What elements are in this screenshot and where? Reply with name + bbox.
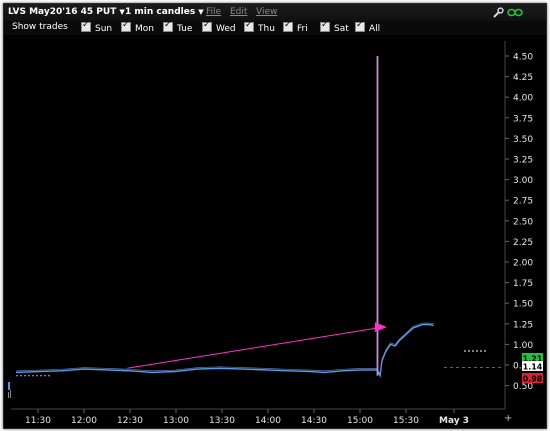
x-tick-label: May 3 — [439, 416, 469, 426]
checkbox-icon — [81, 20, 91, 32]
checkbox-icon — [202, 20, 212, 32]
y-tick-label: 4.50 — [513, 53, 533, 63]
x-tick-label: 13:30 — [209, 416, 235, 426]
x-tick-label: 13:00 — [163, 416, 189, 426]
day-label: All — [369, 24, 381, 34]
checkbox-icon — [244, 20, 254, 32]
checkbox-icon — [121, 20, 131, 32]
checkbox-icon — [355, 20, 365, 32]
chart-window: LVS May20'16 45 PUT ▼ 1 min candles ▼ File… — [3, 3, 547, 429]
menu-file[interactable]: File — [206, 7, 221, 17]
day-checkbox-sat[interactable]: Sat — [320, 20, 349, 34]
y-tick-label: 2.00 — [513, 259, 533, 269]
plus-icon[interactable]: + — [504, 413, 512, 424]
title-bar: LVS May20'16 45 PUT ▼ 1 min candles ▼ File… — [4, 4, 546, 21]
day-checkbox-sun[interactable]: Sun — [81, 20, 113, 34]
y-tick-label: 0.50 — [513, 382, 533, 392]
y-tick-label: 4.25 — [513, 73, 533, 83]
price-tags: 1.211.140.98 — [522, 353, 543, 384]
y-tick-label: 1.00 — [513, 341, 533, 351]
contract-label: LVS May20'16 45 PUT — [8, 7, 117, 17]
price-tag-label: 0.98 — [523, 375, 543, 384]
checkbox-icon — [163, 20, 173, 32]
x-tick-label: 15:30 — [393, 416, 419, 426]
day-label: Thu — [258, 24, 275, 34]
y-tick-label: 3.50 — [513, 135, 533, 145]
day-checkbox-all[interactable]: All — [355, 20, 381, 34]
y-tick-label: 2.50 — [513, 217, 533, 227]
price-chart-svg[interactable]: 4.50 4.25 4.00 3.75 3.50 3.25 3.00 2.75 2.50 2.25… — [4, 35, 546, 428]
day-label: Fri — [297, 24, 308, 34]
interval-label: 1 min candles — [125, 7, 196, 17]
x-tick-label: 15:00 — [347, 416, 373, 426]
y-tick-label: 1.75 — [513, 279, 533, 289]
x-tick-label: 12:30 — [117, 416, 143, 426]
x-tick-label: 12:00 — [71, 416, 97, 426]
day-checkbox-wed[interactable]: Wed — [202, 20, 236, 34]
y-tick-label: 4.00 — [513, 94, 533, 104]
x-tick-label: 14:30 — [301, 416, 327, 426]
day-label: Mon — [135, 24, 154, 34]
interval-selector[interactable]: 1 min candles ▼ — [125, 7, 204, 17]
y-tick-label: 1.50 — [513, 300, 533, 310]
checkbox-icon — [320, 20, 330, 32]
y-tick-label: 3.25 — [513, 156, 533, 166]
y-tick-label: 1.25 — [513, 320, 533, 330]
y-tick-label: 2.75 — [513, 197, 533, 207]
menu-edit[interactable]: Edit — [230, 7, 247, 17]
menu-view[interactable]: View — [256, 7, 277, 17]
show-trades-label: Show trades — [12, 22, 68, 32]
show-trades-toolbar: Show trades Sun Mon Tue Wed Thu Fri Sat … — [4, 20, 546, 35]
day-checkbox-mon[interactable]: Mon — [121, 20, 154, 34]
dropdown-caret-icon: ▼ — [119, 8, 125, 16]
day-checkbox-thu[interactable]: Thu — [244, 20, 275, 34]
link-icon[interactable] — [507, 8, 523, 17]
day-checkbox-tue[interactable]: Tue — [163, 20, 193, 34]
dropdown-caret-icon: ▼ — [198, 8, 204, 16]
day-checkbox-fri[interactable]: Fri — [283, 20, 308, 34]
day-label: Wed — [216, 24, 236, 34]
day-label: Sun — [95, 24, 113, 34]
x-tick-label: 11:30 — [25, 416, 51, 426]
x-tick-label: 14:00 — [255, 416, 281, 426]
y-tick-label: 3.75 — [513, 114, 533, 124]
contract-selector[interactable]: LVS May20'16 45 PUT ▼ — [8, 7, 125, 17]
day-label: Tue — [177, 24, 193, 34]
day-label: Sat — [334, 24, 349, 34]
y-tick-label: 3.00 — [513, 176, 533, 186]
wrench-icon[interactable] — [492, 7, 504, 18]
price-tag-label: 1.14 — [523, 363, 543, 372]
checkbox-icon — [283, 20, 293, 32]
price-chart[interactable]: 4.50 4.25 4.00 3.75 3.50 3.25 3.00 2.75 2.50 2.25… — [4, 35, 546, 428]
y-tick-label: 2.25 — [513, 238, 533, 248]
